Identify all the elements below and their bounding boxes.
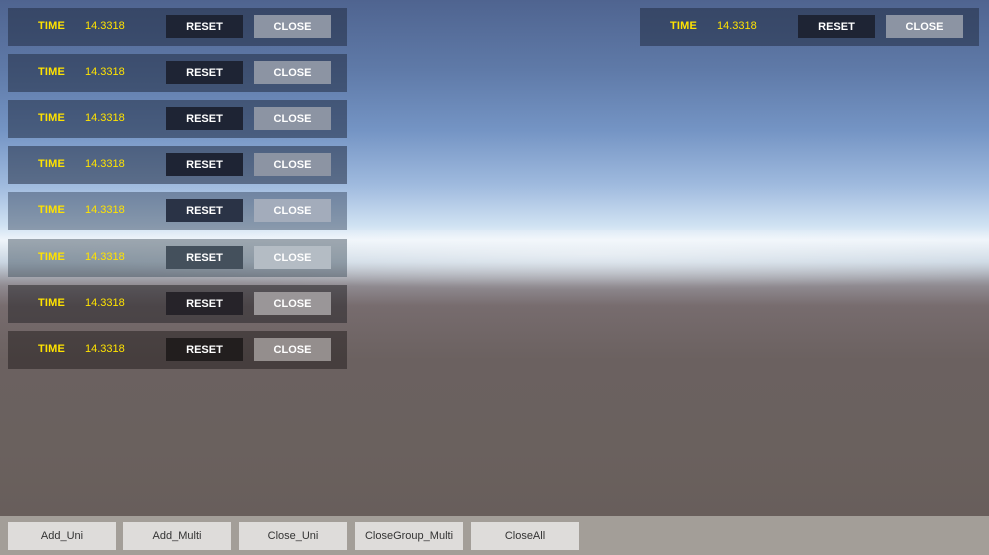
game-viewport: TIME 14.3318 RESET CLOSE TIME 14.3318 RE… <box>0 0 989 555</box>
close-button[interactable]: CLOSE <box>254 153 331 176</box>
close-button[interactable]: CLOSE <box>254 61 331 84</box>
reset-button[interactable]: RESET <box>166 246 243 269</box>
timer-panel: TIME 14.3318 RESET CLOSE <box>8 239 347 277</box>
time-value: 14.3318 <box>85 66 125 78</box>
timer-panel: TIME 14.3318 RESET CLOSE <box>8 54 347 92</box>
time-value: 14.3318 <box>85 158 125 170</box>
time-label: TIME <box>670 20 698 32</box>
closegroup-multi-button[interactable]: CloseGroup_Multi <box>355 522 463 550</box>
time-label: TIME <box>38 251 66 263</box>
timer-panel: TIME 14.3318 RESET CLOSE <box>8 100 347 138</box>
time-value: 14.3318 <box>85 297 125 309</box>
bottom-control-bar: Add_Uni Add_Multi Close_Uni CloseGroup_M… <box>0 516 989 555</box>
time-label: TIME <box>38 343 66 355</box>
close-button[interactable]: CLOSE <box>254 292 331 315</box>
reset-button[interactable]: RESET <box>166 15 243 38</box>
timer-panel: TIME 14.3318 RESET CLOSE <box>8 146 347 184</box>
time-value: 14.3318 <box>85 251 125 263</box>
reset-button[interactable]: RESET <box>798 15 875 38</box>
close-uni-button[interactable]: Close_Uni <box>239 522 347 550</box>
time-label: TIME <box>38 297 66 309</box>
time-value: 14.3318 <box>85 204 125 216</box>
time-value: 14.3318 <box>85 20 125 32</box>
reset-button[interactable]: RESET <box>166 338 243 361</box>
time-value: 14.3318 <box>85 343 125 355</box>
time-value: 14.3318 <box>85 112 125 124</box>
close-button[interactable]: CLOSE <box>254 199 331 222</box>
close-button[interactable]: CLOSE <box>886 15 963 38</box>
close-button[interactable]: CLOSE <box>254 15 331 38</box>
reset-button[interactable]: RESET <box>166 292 243 315</box>
timer-panel: TIME 14.3318 RESET CLOSE <box>8 8 347 46</box>
time-label: TIME <box>38 20 66 32</box>
time-label: TIME <box>38 112 66 124</box>
timer-panel: TIME 14.3318 RESET CLOSE <box>8 331 347 369</box>
close-all-button[interactable]: CloseAll <box>471 522 579 550</box>
reset-button[interactable]: RESET <box>166 153 243 176</box>
time-label: TIME <box>38 66 66 78</box>
reset-button[interactable]: RESET <box>166 61 243 84</box>
add-uni-button[interactable]: Add_Uni <box>8 522 116 550</box>
timer-panel-right: TIME 14.3318 RESET CLOSE <box>640 8 979 46</box>
reset-button[interactable]: RESET <box>166 199 243 222</box>
time-label: TIME <box>38 204 66 216</box>
timer-panel: TIME 14.3318 RESET CLOSE <box>8 192 347 230</box>
time-label: TIME <box>38 158 66 170</box>
reset-button[interactable]: RESET <box>166 107 243 130</box>
close-button[interactable]: CLOSE <box>254 338 331 361</box>
time-value: 14.3318 <box>717 20 757 32</box>
timer-panel: TIME 14.3318 RESET CLOSE <box>8 285 347 323</box>
close-button[interactable]: CLOSE <box>254 246 331 269</box>
close-button[interactable]: CLOSE <box>254 107 331 130</box>
add-multi-button[interactable]: Add_Multi <box>123 522 231 550</box>
